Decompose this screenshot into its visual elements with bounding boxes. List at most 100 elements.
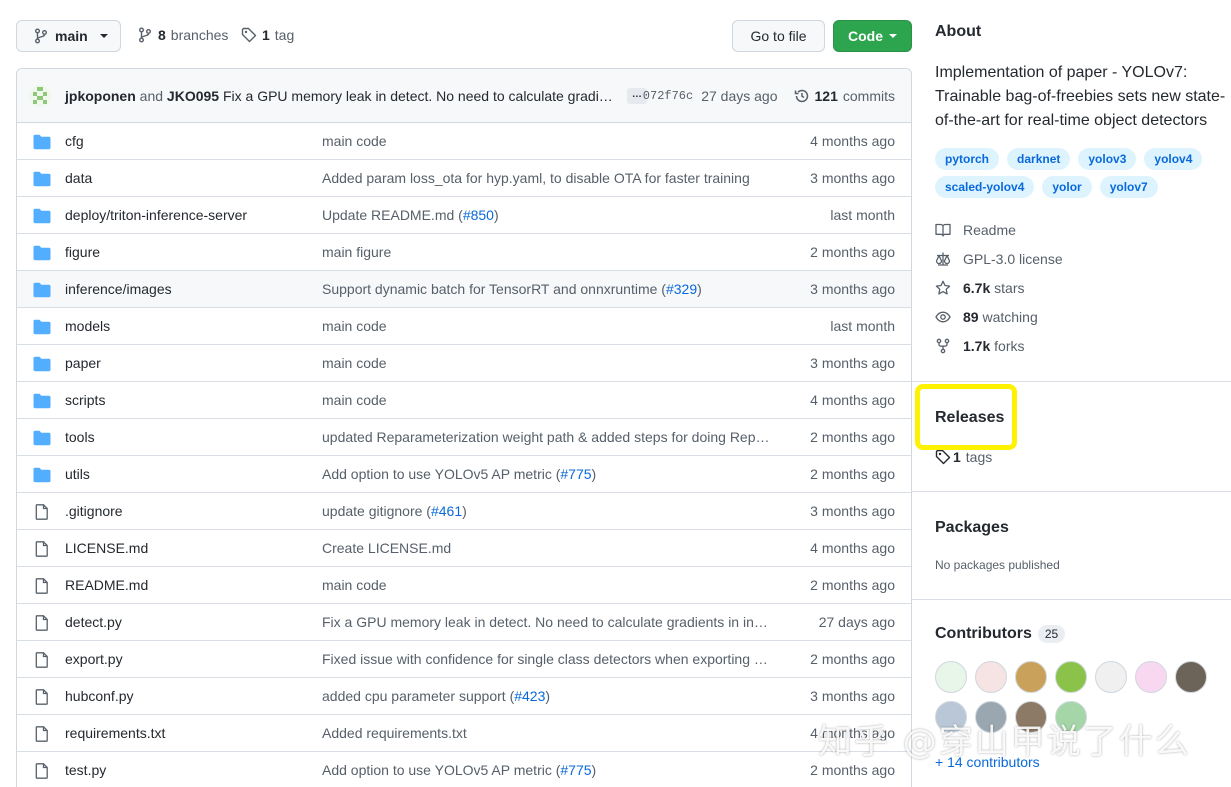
topic-tag[interactable]: yolov7 <box>1099 176 1158 198</box>
contributors-heading[interactable]: Contributors 25 <box>935 625 1066 643</box>
forks-link[interactable]: 1.7k forks <box>935 338 1024 354</box>
pull-request-link[interactable]: #775 <box>560 762 591 778</box>
stars-link[interactable]: 6.7k stars <box>935 280 1024 296</box>
file-name-link[interactable]: figure <box>65 244 100 260</box>
file-commit-message-link[interactable]: Fix a GPU memory leak in detect. No need… <box>322 614 772 630</box>
contributor-avatar[interactable] <box>1175 661 1207 693</box>
file-row[interactable]: .gitignore update gitignore (#461) 3 month… <box>17 493 911 530</box>
pull-request-link[interactable]: #775 <box>560 466 591 482</box>
commit-message-link[interactable]: Fix a GPU memory leak in detect. No need… <box>223 88 613 104</box>
file-name-link[interactable]: tools <box>65 429 95 445</box>
release-tags-link[interactable]: 1 tags <box>935 449 992 465</box>
contributor-avatar[interactable] <box>975 661 1007 693</box>
file-commit-message-link[interactable]: Support dynamic batch for TensorRT and o… <box>322 281 772 297</box>
topic-tag[interactable]: scaled-yolov4 <box>935 176 1035 198</box>
pull-request-link[interactable]: #850 <box>463 207 494 223</box>
file-commit-message-link[interactable]: Add option to use YOLOv5 AP metric (#775… <box>322 466 772 482</box>
file-icon <box>33 689 51 705</box>
topic-tag[interactable]: yolor <box>1042 176 1092 198</box>
file-row[interactable]: README.md main code 2 months ago <box>17 567 911 604</box>
file-row[interactable]: paper main code 3 months ago <box>17 345 911 382</box>
contributor-avatar[interactable] <box>1095 661 1127 693</box>
file-commit-message-link[interactable]: main code <box>322 318 772 334</box>
file-row[interactable]: deploy/triton-inference-server Update REA… <box>17 197 911 234</box>
file-row[interactable]: scripts main code 4 months ago <box>17 382 911 419</box>
file-row[interactable]: requirements.txt Added requirements.txt 4 … <box>17 715 911 752</box>
contributor-avatar[interactable] <box>1135 661 1167 693</box>
file-row[interactable]: LICENSE.md Create LICENSE.md 4 months ago <box>17 530 911 567</box>
file-row[interactable]: data Added param loss_ota for hyp.yaml, t… <box>17 160 911 197</box>
file-row[interactable]: hubconf.py added cpu parameter support (#… <box>17 678 911 715</box>
branches-link[interactable]: 8 branches <box>137 27 228 43</box>
pull-request-link[interactable]: #461 <box>431 503 462 519</box>
file-commit-message-link[interactable]: main code <box>322 392 772 408</box>
chevron-down-icon <box>889 34 897 38</box>
file-name-link[interactable]: paper <box>65 355 101 371</box>
topic-tag[interactable]: yolov3 <box>1078 148 1137 170</box>
contributor-avatar[interactable] <box>935 661 967 693</box>
file-commit-message-link[interactable]: added cpu parameter support (#423) <box>322 688 772 704</box>
git-branch-icon <box>137 27 153 43</box>
pull-request-link[interactable]: #329 <box>666 281 697 297</box>
contributor-avatar[interactable] <box>1015 661 1047 693</box>
file-commit-message-link[interactable]: updated Reparameterization weight path &… <box>322 429 772 445</box>
topic-tag[interactable]: yolov4 <box>1144 148 1203 170</box>
file-name-link[interactable]: inference/images <box>65 281 172 297</box>
license-link[interactable]: GPL-3.0 license <box>935 251 1063 267</box>
file-commit-message-link[interactable]: update gitignore (#461) <box>322 503 772 519</box>
file-row[interactable]: inference/images Support dynamic batch fo… <box>17 271 911 308</box>
tags-link[interactable]: 1 tag <box>241 27 294 43</box>
file-name-link[interactable]: data <box>65 170 92 186</box>
file-name-link[interactable]: detect.py <box>65 614 122 630</box>
file-commit-message-link[interactable]: Add option to use YOLOv5 AP metric (#775… <box>322 762 772 778</box>
file-row[interactable]: tools updated Reparameterization weight p… <box>17 419 911 456</box>
file-row[interactable]: export.py Fixed issue with confidence for… <box>17 641 911 678</box>
commit-author-link[interactable]: jpkoponen <box>65 88 136 104</box>
branch-select-button[interactable]: main <box>16 20 121 52</box>
file-name-link[interactable]: deploy/triton-inference-server <box>65 207 247 223</box>
avatar[interactable] <box>29 84 65 107</box>
file-row[interactable]: detect.py Fix a GPU memory leak in detect… <box>17 604 911 641</box>
topic-tag[interactable]: pytorch <box>935 148 1000 170</box>
packages-heading[interactable]: Packages <box>935 519 1009 537</box>
commit-coauthor-link[interactable]: JKO095 <box>167 88 219 104</box>
file-row[interactable]: figure main figure 2 months ago <box>17 234 911 271</box>
watchers-link[interactable]: 89 watching <box>935 309 1038 325</box>
contributor-avatar[interactable] <box>1055 661 1087 693</box>
go-to-file-button[interactable]: Go to file <box>732 20 825 52</box>
file-name-link[interactable]: README.md <box>65 577 148 593</box>
file-commit-message-link[interactable]: main figure <box>322 244 772 260</box>
file-commit-message-link[interactable]: main code <box>322 355 772 371</box>
commit-summary: jpkoponen and JKO095 Fix a GPU memory le… <box>65 88 613 104</box>
file-commit-text-end: ) <box>591 466 597 482</box>
commits-history-link[interactable]: 121 commits <box>794 88 895 104</box>
file-name-link[interactable]: hubconf.py <box>65 688 134 704</box>
file-row[interactable]: test.py Add option to use YOLOv5 AP metri… <box>17 752 911 787</box>
file-commit-message-link[interactable]: main code <box>322 577 772 593</box>
code-button[interactable]: Code <box>833 20 912 52</box>
readme-link[interactable]: Readme <box>935 222 1016 238</box>
file-row[interactable]: utils Add option to use YOLOv5 AP metric … <box>17 456 911 493</box>
file-commit-text: main code <box>322 355 387 371</box>
file-name-link[interactable]: export.py <box>65 651 123 667</box>
file-commit-message-link[interactable]: main code <box>322 133 772 149</box>
file-name-link[interactable]: LICENSE.md <box>65 540 148 556</box>
file-commit-text: Fix a GPU memory leak in detect. No need… <box>322 614 768 630</box>
file-name-link[interactable]: models <box>65 318 110 334</box>
file-commit-message-link[interactable]: Fixed issue with confidence for single c… <box>322 651 772 667</box>
file-name-link[interactable]: utils <box>65 466 90 482</box>
file-commit-message-link[interactable]: Create LICENSE.md <box>322 540 772 556</box>
file-name-link[interactable]: requirements.txt <box>65 725 165 741</box>
file-row[interactable]: cfg main code 4 months ago <box>17 123 911 160</box>
commit-sha-link[interactable]: 072f76c <box>643 89 693 103</box>
file-name-link[interactable]: scripts <box>65 392 105 408</box>
file-name-link[interactable]: .gitignore <box>65 503 123 519</box>
file-commit-message-link[interactable]: Update README.md (#850) <box>322 207 772 223</box>
pull-request-link[interactable]: #423 <box>514 688 545 704</box>
file-name-link[interactable]: cfg <box>65 133 84 149</box>
topic-tag[interactable]: darknet <box>1007 148 1071 170</box>
file-row[interactable]: models main code last month <box>17 308 911 345</box>
file-commit-message-link[interactable]: Added requirements.txt <box>322 725 772 741</box>
file-commit-message-link[interactable]: Added param loss_ota for hyp.yaml, to di… <box>322 170 772 186</box>
file-name-link[interactable]: test.py <box>65 762 106 778</box>
